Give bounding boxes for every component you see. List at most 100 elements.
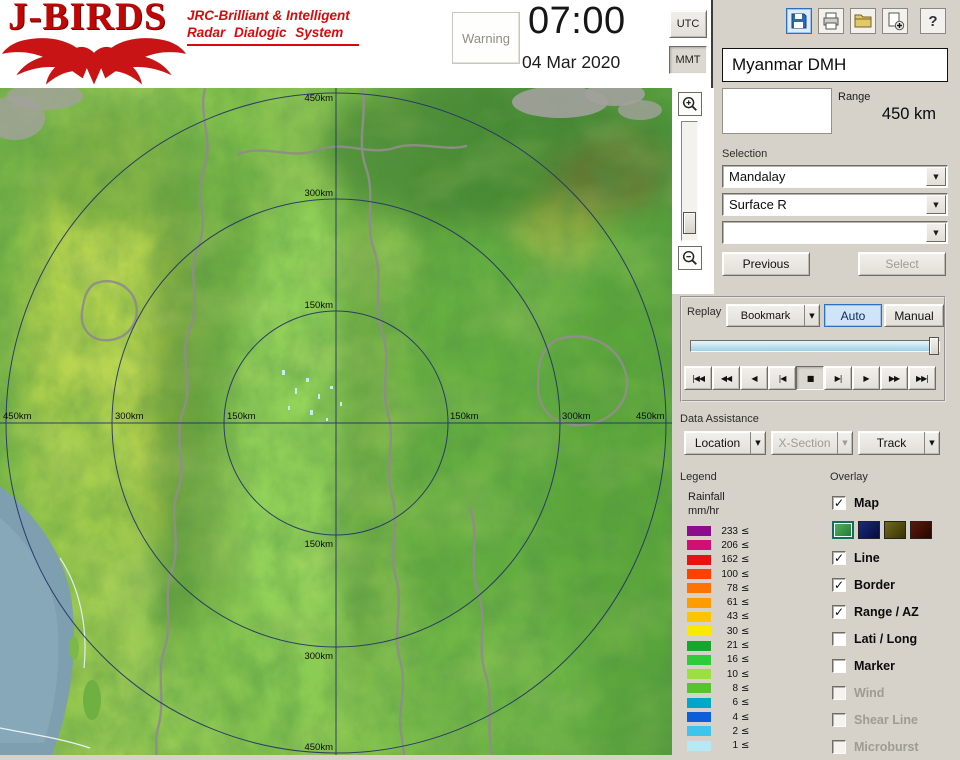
save-button[interactable] xyxy=(786,8,812,34)
zoom-in-button[interactable] xyxy=(678,92,702,116)
less-equal-sign: ≤ xyxy=(741,525,750,537)
replay-panel: Replay Bookmark ▼ Auto Manual |◀◀ ◀◀ ◀ |◀ ■ ▶… xyxy=(680,296,946,402)
chevron-down-icon[interactable]: ▼ xyxy=(926,167,946,186)
checkbox-marker[interactable] xyxy=(832,658,846,673)
playback-step-back-button[interactable]: ◀ xyxy=(740,366,768,390)
checkbox-border[interactable]: ✓ xyxy=(832,577,846,592)
track-button[interactable]: Track ▼ xyxy=(858,431,940,455)
checkbox-lati-long[interactable] xyxy=(832,631,846,646)
playback-stop-button[interactable]: ■ xyxy=(796,366,824,390)
legend-color-swatch xyxy=(687,597,711,608)
overlay-item-marker[interactable]: Marker xyxy=(832,652,958,679)
legend-color-swatch xyxy=(687,697,711,708)
jbirds-app: { "icons": { "dropdown": "▼", "check": "… xyxy=(0,0,960,760)
checkbox-map[interactable]: ✓ xyxy=(832,495,846,510)
playback-play-button[interactable]: ▶ xyxy=(852,366,880,390)
legend-color-swatch xyxy=(687,526,711,537)
overlay-item-label: Wind xyxy=(854,685,885,700)
open-folder-button[interactable] xyxy=(850,8,876,34)
map-style-swatches xyxy=(832,516,958,544)
ring-label: 450km xyxy=(3,411,32,422)
legend-row: 16 ≤ xyxy=(687,653,779,667)
legend-value: 6 xyxy=(732,697,738,709)
zoom-slider-thumb[interactable] xyxy=(683,212,696,234)
warning-indicator[interactable]: Warning xyxy=(452,12,520,64)
overlay-item-line[interactable]: ✓ Line xyxy=(832,544,958,571)
ring-label: 300km xyxy=(304,651,333,662)
overlay-item-label: Range / AZ xyxy=(854,604,919,619)
ring-label: 450km xyxy=(636,411,665,422)
legend-value: 43 xyxy=(726,611,738,623)
legend-row: 162 ≤ xyxy=(687,553,779,567)
legend-value: 78 xyxy=(726,582,738,594)
chevron-down-icon: ▼ xyxy=(924,432,939,454)
overlay-item-label: Lati / Long xyxy=(854,631,918,646)
legend-row: 100 ≤ xyxy=(687,567,779,581)
playback-previous-frame-button[interactable]: |◀ xyxy=(768,366,796,390)
chevron-down-icon[interactable]: ▼ xyxy=(926,195,946,214)
bookmark-button[interactable]: Bookmark ▼ xyxy=(726,304,820,327)
overlay-item-range-az[interactable]: ✓ Range / AZ xyxy=(832,598,958,625)
map-style-swatch-olive[interactable] xyxy=(884,521,906,539)
map-style-swatch-green[interactable] xyxy=(832,521,854,539)
checkbox-shear-line[interactable] xyxy=(832,712,846,727)
legend-color-swatch xyxy=(687,611,711,622)
playback-fast-rewind-button[interactable]: ◀◀ xyxy=(712,366,740,390)
overlay-item-lati-long[interactable]: Lati / Long xyxy=(832,625,958,652)
less-equal-sign: ≤ xyxy=(741,697,750,709)
chevron-down-icon[interactable]: ▼ xyxy=(926,223,946,242)
map-style-swatch-maroon[interactable] xyxy=(910,521,932,539)
zoom-out-button[interactable] xyxy=(678,246,702,270)
legend-unit: mm/hr xyxy=(688,505,720,517)
legend-color-swatch xyxy=(687,569,711,580)
checkbox-wind[interactable] xyxy=(832,685,846,700)
help-button[interactable]: ? xyxy=(920,8,946,34)
utc-button[interactable]: UTC xyxy=(669,10,707,38)
extra-dropdown[interactable]: ▼ xyxy=(722,221,948,244)
checkbox-microburst[interactable] xyxy=(832,739,846,754)
print-button[interactable] xyxy=(818,8,844,34)
radar-map[interactable]: 450km 300km 150km 150km 300km 450km 450k… xyxy=(0,68,690,760)
checkbox-range-az[interactable]: ✓ xyxy=(832,604,846,619)
chevron-down-icon[interactable]: ▼ xyxy=(804,305,819,326)
less-equal-sign: ≤ xyxy=(741,740,750,752)
printer-icon xyxy=(823,12,839,30)
checkbox-line[interactable]: ✓ xyxy=(832,550,846,565)
legend-section-label: Legend xyxy=(680,471,717,483)
auto-mode-button[interactable]: Auto xyxy=(824,304,882,327)
map-style-swatch-navy[interactable] xyxy=(858,521,880,539)
overlay-item-shear-line[interactable]: Shear Line xyxy=(832,706,958,733)
overlay-item-label: Map xyxy=(854,495,879,510)
legend-title: Rainfall xyxy=(688,491,725,503)
x-section-button[interactable]: X-Section ▼ xyxy=(771,431,853,455)
slider-thumb[interactable] xyxy=(929,337,939,355)
overlay-item-map[interactable]: ✓ Map xyxy=(832,489,958,516)
location-button[interactable]: Location ▼ xyxy=(684,431,766,455)
overlay-item-wind[interactable]: Wind xyxy=(832,679,958,706)
mmt-button[interactable]: MMT xyxy=(669,46,707,74)
zoom-slider-track[interactable] xyxy=(681,121,698,241)
manual-mode-button[interactable]: Manual xyxy=(884,304,944,327)
header-bar: J-BIRDS JRC-Brilliant & Intelligent Rada… xyxy=(0,0,712,88)
less-equal-sign: ≤ xyxy=(741,640,750,652)
range-label: Range xyxy=(838,91,871,103)
data-assistance-buttons: Location ▼ X-Section ▼ Track ▼ xyxy=(684,431,942,455)
product-dropdown[interactable]: Surface R ▼ xyxy=(722,193,948,216)
legend-value: 233 xyxy=(721,525,738,537)
playback-jump-start-button[interactable]: |◀◀ xyxy=(684,366,712,390)
select-button[interactable]: Select xyxy=(858,252,946,276)
less-equal-sign: ≤ xyxy=(741,611,750,623)
playback-next-frame-button[interactable]: ▶| xyxy=(824,366,852,390)
less-equal-sign: ≤ xyxy=(741,668,750,680)
overlay-item-microburst[interactable]: Microburst xyxy=(832,733,958,760)
site-dropdown[interactable]: Mandalay ▼ xyxy=(722,165,948,188)
playback-fast-forward-button[interactable]: ▶▶ xyxy=(880,366,908,390)
eagle-logo-icon xyxy=(2,38,186,85)
export-button[interactable] xyxy=(882,8,908,34)
overlay-item-border[interactable]: ✓ Border xyxy=(832,571,958,598)
playback-jump-end-button[interactable]: ▶▶| xyxy=(908,366,936,390)
legend-value: 4 xyxy=(732,711,738,723)
previous-button[interactable]: Previous xyxy=(722,252,810,276)
replay-timeline-slider[interactable] xyxy=(690,337,940,355)
less-equal-sign: ≤ xyxy=(741,711,750,723)
